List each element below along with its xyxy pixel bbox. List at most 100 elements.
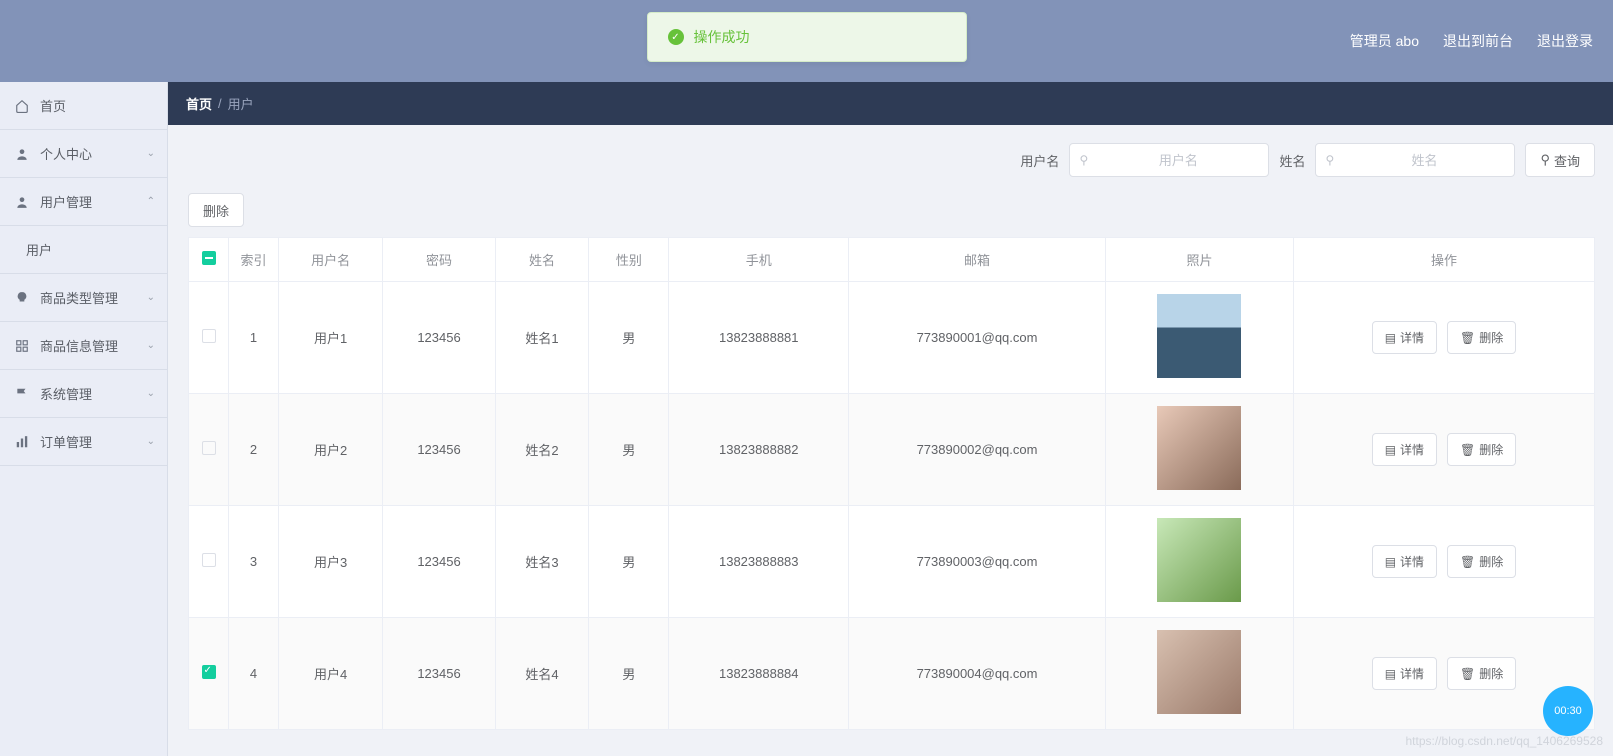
button-label: 详情 (1400, 553, 1424, 570)
sidebar-item-system-mgmt[interactable]: 系统管理 ⌄ (0, 370, 167, 418)
cell-phone: 13823888881 (669, 282, 849, 394)
cell-password: 123456 (383, 394, 495, 506)
sidebar-item-order-mgmt[interactable]: 订单管理 ⌄ (0, 418, 167, 466)
avatar (1157, 630, 1241, 714)
delete-button[interactable]: 🗑删除 (1447, 321, 1516, 354)
chevron-down-icon: ⌄ (147, 148, 155, 159)
button-label: 详情 (1400, 665, 1424, 682)
search-button[interactable]: ⚲ 查询 (1525, 143, 1595, 177)
button-label: 查询 (1554, 151, 1580, 170)
sidebar-item-label: 订单管理 (40, 432, 92, 451)
th-gender: 性别 (589, 238, 669, 282)
delete-button[interactable]: 🗑 删除 (1447, 657, 1516, 690)
cell-phone: 13823888882 (669, 394, 849, 506)
button-label: 详情 (1400, 329, 1424, 346)
button-label: 删除 (203, 201, 229, 220)
logout-link[interactable]: 退出登录 (1537, 31, 1593, 51)
sidebar-item-label: 首页 (40, 96, 66, 115)
avatar (1157, 406, 1241, 490)
sidebar: 首页 个人中心 ⌄ 用户管理 ⌃ 用户 商品类型管理 ⌄ 商品信息管理 ⌄ 系统… (0, 82, 168, 756)
row-checkbox[interactable] (202, 665, 216, 679)
row-checkbox[interactable] (202, 329, 216, 343)
flag-icon (14, 386, 30, 402)
chevron-down-icon: ⌄ (147, 340, 155, 351)
th-password: 密码 (383, 238, 495, 282)
sidebar-item-user-mgmt[interactable]: 用户管理 ⌃ (0, 178, 167, 226)
document-icon: ▤ (1385, 667, 1396, 681)
check-circle-icon: ✓ (668, 29, 684, 45)
button-label: 删除 (1479, 329, 1503, 346)
detail-button[interactable]: ▤ 详情 (1372, 657, 1437, 690)
cell-password: 123456 (383, 506, 495, 618)
cell-phone: 13823888884 (669, 618, 849, 730)
row-checkbox[interactable] (202, 553, 216, 567)
th-index: 索引 (229, 238, 279, 282)
cell-email: 773890001@qq.com (849, 282, 1106, 394)
header-links: 管理员 abo 退出到前台 退出登录 (1350, 31, 1613, 51)
bar-chart-icon (14, 434, 30, 450)
table-row: 1 用户1 123456 姓名1 男 13823888881 773890001… (189, 282, 1595, 394)
cell-name: 姓名4 (495, 618, 589, 730)
avatar (1157, 518, 1241, 602)
users-icon (14, 194, 30, 210)
chevron-up-icon: ⌃ (147, 196, 155, 207)
detail-button[interactable]: ▤详情 (1372, 545, 1437, 578)
breadcrumb-current: 用户 (228, 94, 254, 113)
cell-phone: 13823888883 (669, 506, 849, 618)
breadcrumb-root[interactable]: 首页 (186, 94, 212, 113)
cell-index: 3 (229, 506, 279, 618)
cell-name: 姓名1 (495, 282, 589, 394)
bulk-delete-button[interactable]: 删除 (188, 193, 244, 227)
chevron-down-icon: ⌄ (147, 388, 155, 399)
trash-icon: 🗑 (1460, 443, 1475, 457)
delete-button[interactable]: 🗑 删除 (1447, 433, 1516, 466)
th-email: 邮箱 (849, 238, 1106, 282)
cell-gender: 男 (589, 394, 669, 506)
cell-username: 用户2 (279, 394, 383, 506)
sidebar-item-product-mgmt[interactable]: 商品信息管理 ⌄ (0, 322, 167, 370)
cell-gender: 男 (589, 618, 669, 730)
filter-name-input[interactable] (1315, 143, 1515, 177)
sidebar-item-home[interactable]: 首页 (0, 82, 167, 130)
filter-name-label: 姓名 (1279, 151, 1305, 170)
sidebar-item-label: 系统管理 (40, 384, 92, 403)
sidebar-item-personal[interactable]: 个人中心 ⌄ (0, 130, 167, 178)
search-icon: ⚲ (1540, 152, 1550, 168)
cell-username: 用户1 (279, 282, 383, 394)
document-icon: ▤ (1385, 331, 1396, 345)
button-label: 删除 (1479, 665, 1503, 682)
cell-name: 姓名2 (495, 394, 589, 506)
cell-index: 1 (229, 282, 279, 394)
user-icon (14, 146, 30, 162)
cell-gender: 男 (589, 282, 669, 394)
button-label: 详情 (1400, 441, 1424, 458)
success-toast: ✓ 操作成功 (647, 12, 967, 62)
filter-bar: 用户名 ⚲ 姓名 ⚲ ⚲ 查询 (188, 143, 1595, 177)
select-all-checkbox[interactable] (202, 251, 216, 265)
admin-link[interactable]: 管理员 abo (1350, 31, 1419, 51)
sidebar-item-label: 个人中心 (40, 144, 92, 163)
user-table: 索引 用户名 密码 姓名 性别 手机 邮箱 照片 操作 1 用户1 123456… (188, 237, 1595, 730)
delete-button[interactable]: 🗑删除 (1447, 545, 1516, 578)
cell-username: 用户4 (279, 618, 383, 730)
trash-icon: 🗑 (1460, 667, 1475, 681)
sidebar-item-category-mgmt[interactable]: 商品类型管理 ⌄ (0, 274, 167, 322)
sidebar-item-label: 商品类型管理 (40, 288, 118, 307)
cell-email: 773890003@qq.com (849, 506, 1106, 618)
sidebar-item-label: 用户管理 (40, 192, 92, 211)
button-label: 删除 (1479, 553, 1503, 570)
chevron-down-icon: ⌄ (147, 292, 155, 303)
detail-button[interactable]: ▤ 详情 (1372, 321, 1437, 354)
button-label: 删除 (1479, 441, 1503, 458)
detail-button[interactable]: ▤详情 (1372, 433, 1437, 466)
toast-text: 操作成功 (694, 27, 750, 47)
cell-index: 4 (229, 618, 279, 730)
to-front-link[interactable]: 退出到前台 (1443, 31, 1513, 51)
filter-username-input[interactable] (1069, 143, 1269, 177)
cell-name: 姓名3 (495, 506, 589, 618)
th-phone: 手机 (669, 238, 849, 282)
cell-gender: 男 (589, 506, 669, 618)
sidebar-subitem-user[interactable]: 用户 (0, 226, 167, 274)
table-row: 2 用户2 123456 姓名2 男 13823888882 773890002… (189, 394, 1595, 506)
row-checkbox[interactable] (202, 441, 216, 455)
